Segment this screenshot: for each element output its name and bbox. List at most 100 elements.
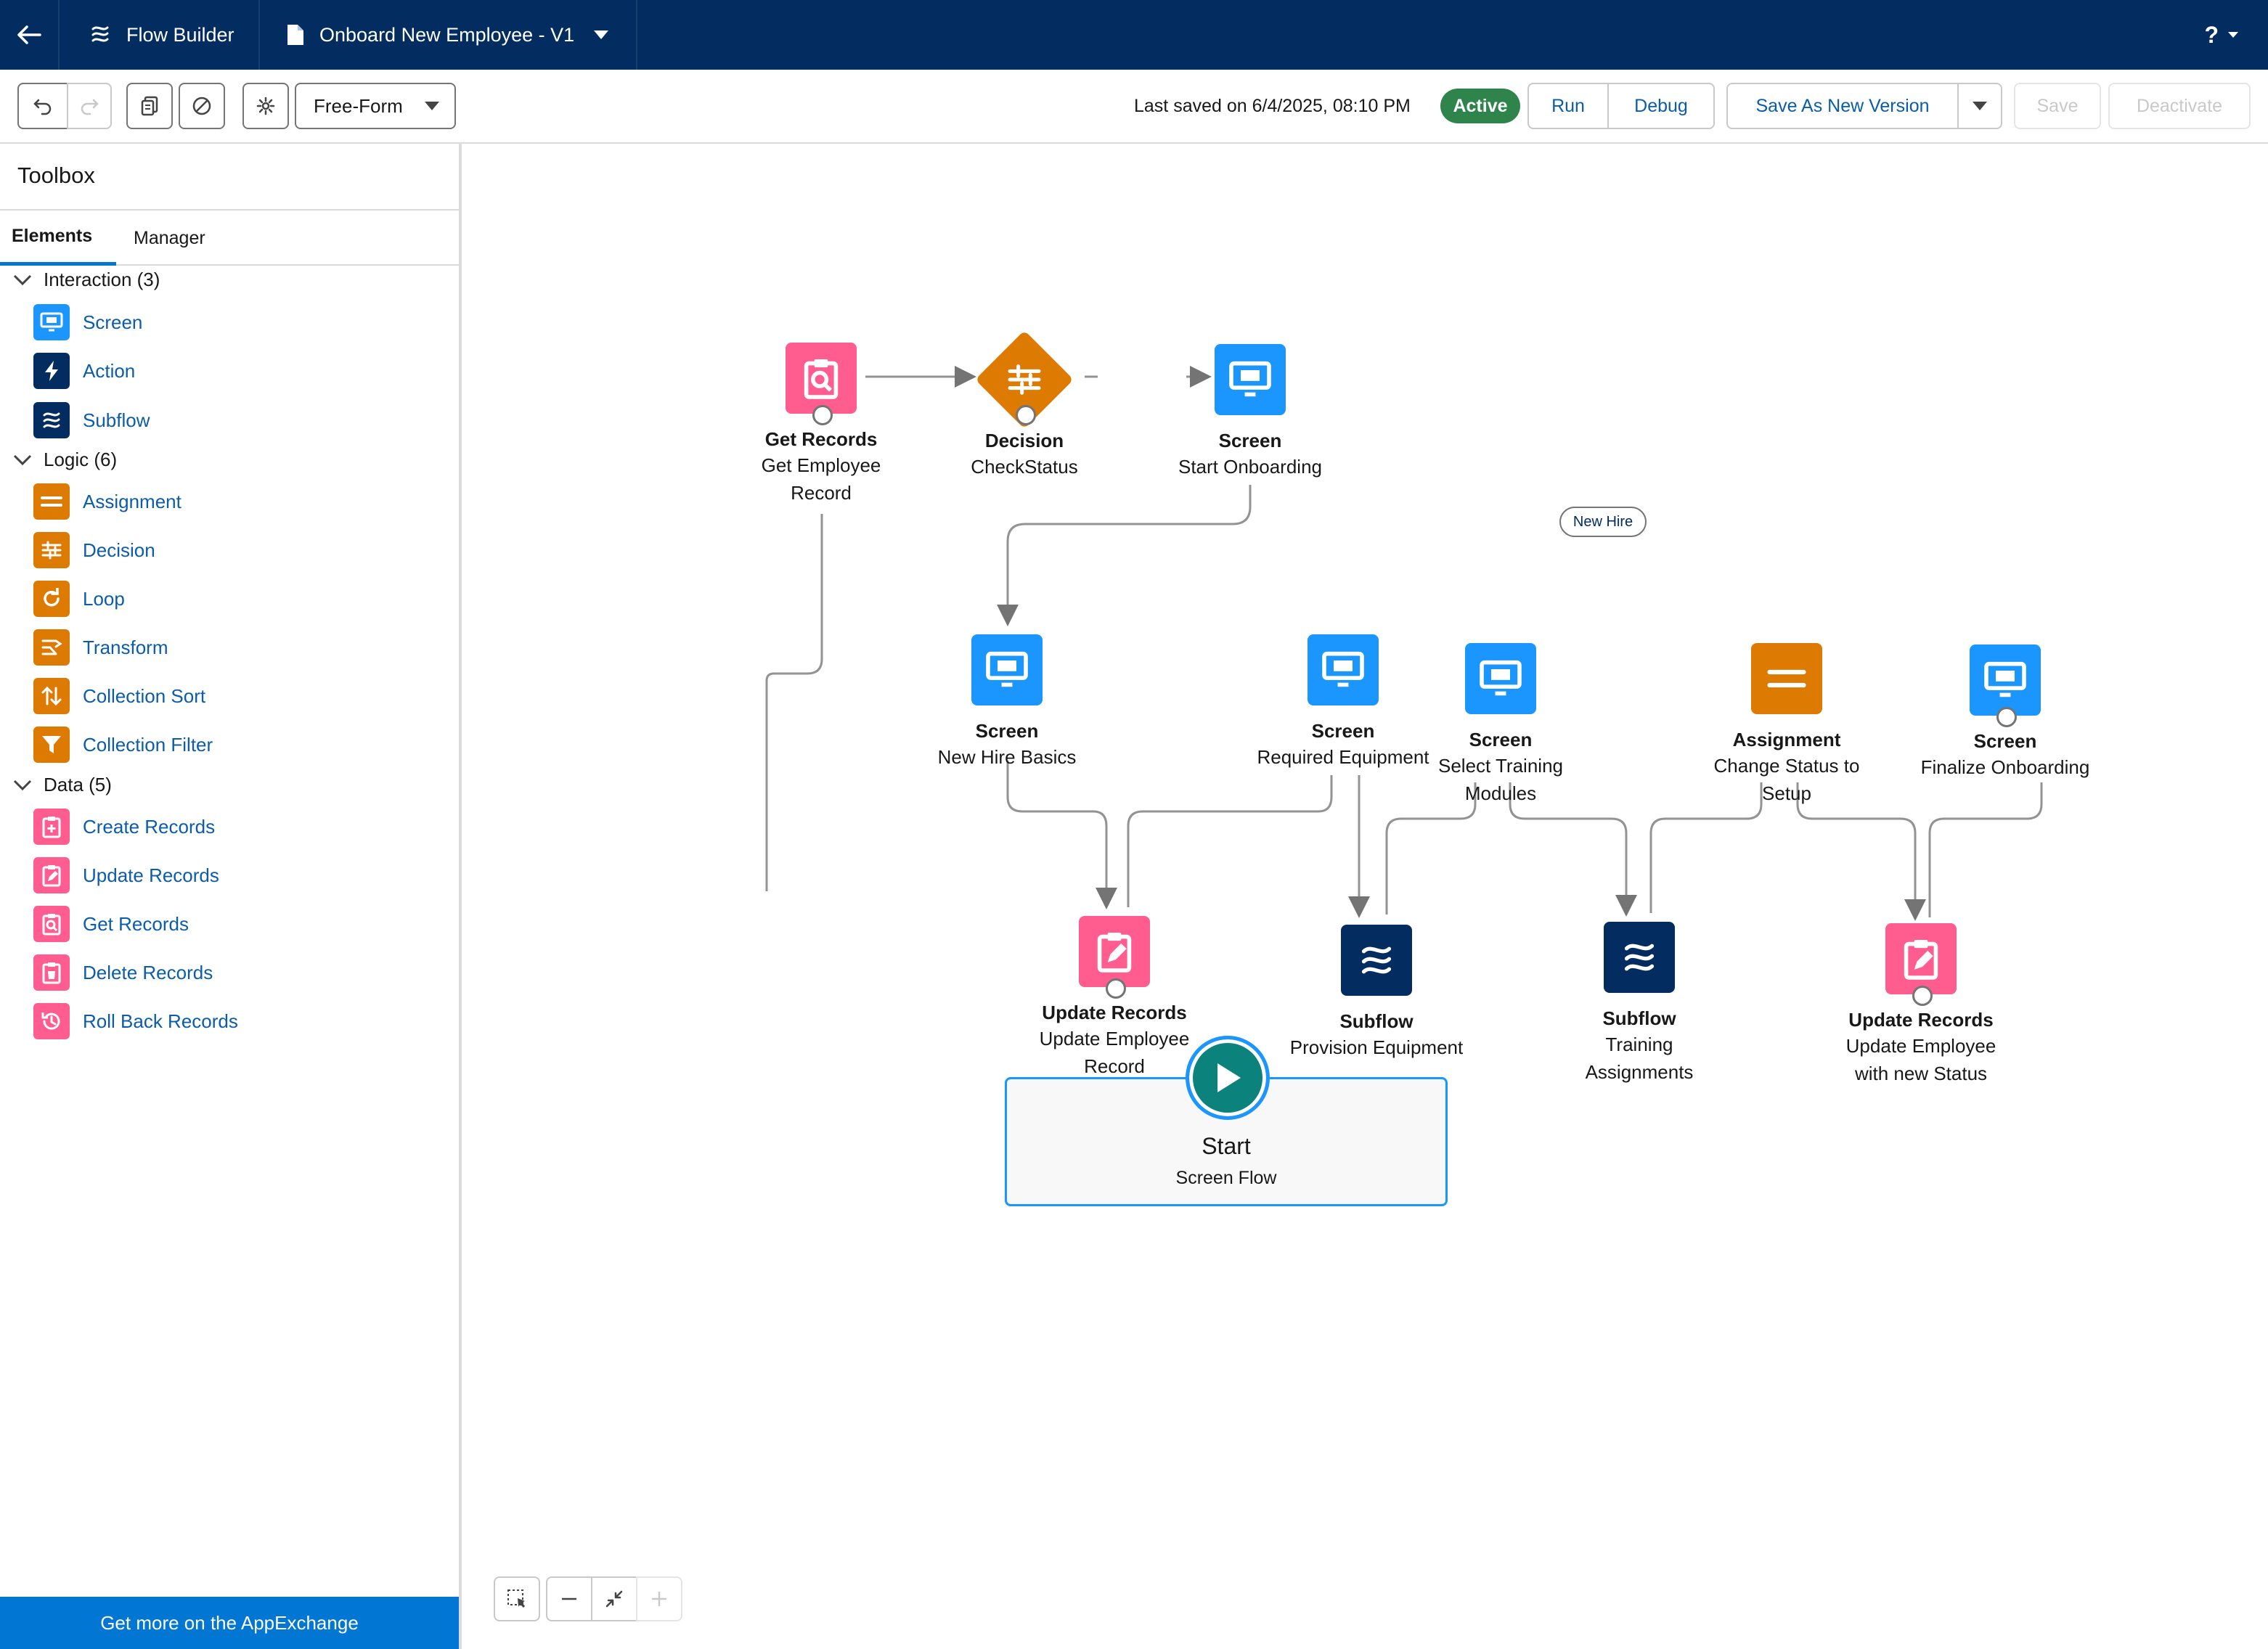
node-update-employee-status[interactable]: Update Records Update Employee with new … <box>1812 923 2030 1087</box>
group-label: Data (5) <box>44 774 112 795</box>
element-label: Action <box>83 359 136 382</box>
node-label: Select Training Modules <box>1438 755 1563 804</box>
chevron-down-icon <box>13 454 32 466</box>
undo-button[interactable] <box>17 83 68 129</box>
node-connector-handle[interactable] <box>812 405 833 425</box>
node-connector-handle[interactable] <box>1996 707 2017 727</box>
connector-basics-update <box>1006 761 1117 909</box>
node-type: Screen <box>1469 729 1533 750</box>
node-update-employee-record[interactable]: Update Records Update Employee Record <box>1005 916 1223 1080</box>
node-subflow-training-assignments[interactable]: Subflow Training Assignments <box>1530 922 1748 1086</box>
contract-icon <box>605 1590 623 1608</box>
screen-icon <box>1215 344 1286 415</box>
flow-name-menu[interactable]: Onboard New Employee - V1 <box>260 0 637 70</box>
node-decision[interactable]: Decision CheckStatus <box>915 330 1133 480</box>
node-screen-finalize-onboarding[interactable]: Screen Finalize Onboarding <box>1896 645 2114 781</box>
screen-icon <box>971 634 1043 705</box>
element-delete-records[interactable]: Delete Records <box>33 954 213 991</box>
check-errors-button[interactable] <box>179 83 225 129</box>
decision-icon <box>33 532 70 568</box>
group-logic[interactable]: Logic (6) <box>13 449 117 471</box>
element-subflow[interactable]: Subflow <box>33 402 150 438</box>
node-connector-handle[interactable] <box>1016 405 1036 425</box>
record-lookup-icon <box>786 343 857 425</box>
run-button[interactable]: Run <box>1527 83 1609 129</box>
node-label: Change Status to Setup <box>1713 755 1860 804</box>
flow-icon <box>1604 922 1675 993</box>
element-collection-sort[interactable]: Collection Sort <box>33 678 205 714</box>
node-get-records[interactable]: Get Records Get Employee Record <box>712 343 930 507</box>
zoom-out-button[interactable] <box>546 1576 592 1621</box>
start-node[interactable]: Start Screen Flow <box>1005 1036 1448 1206</box>
debug-button[interactable]: Debug <box>1607 83 1715 129</box>
redo-icon <box>81 99 99 115</box>
app-name: Flow Builder <box>126 23 234 46</box>
element-screen[interactable]: Screen <box>33 304 142 340</box>
flow-name: Onboard New Employee - V1 <box>319 23 575 46</box>
element-create-records[interactable]: Create Records <box>33 809 215 845</box>
group-interaction[interactable]: Interaction (3) <box>13 269 160 291</box>
element-decision[interactable]: Decision <box>33 532 155 568</box>
node-connector-handle[interactable] <box>1106 978 1126 999</box>
node-assignment[interactable]: Assignment Change Status to Setup <box>1678 643 1896 807</box>
fit-view-button[interactable] <box>591 1576 637 1621</box>
element-collection-filter[interactable]: Collection Filter <box>33 727 213 763</box>
appexchange-link[interactable]: Get more on the AppExchange <box>0 1597 459 1649</box>
ban-icon <box>192 97 211 115</box>
element-label: Collection Filter <box>83 733 213 756</box>
redo-button[interactable] <box>67 83 112 129</box>
connector-label-new-hire[interactable]: New Hire <box>1559 507 1647 537</box>
toolbox-panel: Toolbox Elements Manager Interaction (3)… <box>0 144 462 1649</box>
chevron-down-icon <box>2227 31 2239 38</box>
element-label: Loop <box>83 587 125 610</box>
element-get-records[interactable]: Get Records <box>33 906 189 942</box>
element-loop[interactable]: Loop <box>33 581 125 617</box>
flow-canvas[interactable]: New Hire Get Records Get Employee Record… <box>462 144 2268 1649</box>
group-data[interactable]: Data (5) <box>13 774 112 796</box>
back-button[interactable] <box>0 0 58 70</box>
help-menu[interactable]: ? <box>2204 0 2239 70</box>
status-badge: Active <box>1440 89 1520 123</box>
save-as-new-version-button[interactable]: Save As New Version <box>1726 83 1959 129</box>
record-update-icon <box>1079 916 1150 999</box>
element-action[interactable]: Action <box>33 353 135 389</box>
node-screen-start-onboarding[interactable]: Screen Start Onboarding <box>1141 344 1359 480</box>
deactivate-button[interactable]: Deactivate <box>2108 83 2251 129</box>
element-label: Update Records <box>83 864 219 886</box>
node-type: Get Records <box>764 428 878 450</box>
screen-icon <box>33 304 70 340</box>
tab-elements[interactable]: Elements <box>0 210 116 266</box>
node-type: Decision <box>984 430 1064 451</box>
element-update-records[interactable]: Update Records <box>33 857 219 893</box>
node-screen-new-hire-basics[interactable]: Screen New Hire Basics <box>898 634 1116 771</box>
node-type: Subflow <box>1339 1010 1414 1032</box>
screen-icon <box>1465 643 1536 714</box>
copy-icon <box>141 96 158 116</box>
select-elements-button[interactable] <box>494 1576 540 1621</box>
lightning-icon <box>33 353 70 389</box>
flow-icon <box>89 23 112 46</box>
save-options-menu[interactable] <box>1957 83 2002 129</box>
gear-icon <box>256 97 275 115</box>
node-type: Screen <box>1218 430 1282 451</box>
node-connector-handle[interactable] <box>1912 986 1933 1006</box>
select-icon <box>507 1589 525 1608</box>
element-roll-back-records[interactable]: Roll Back Records <box>33 1003 238 1039</box>
connector-update-equipment <box>1127 775 1333 907</box>
screen-icon <box>1308 634 1379 705</box>
node-subflow-provision-equipment[interactable]: Subflow Provision Equipment <box>1268 925 1485 1061</box>
flow-builder-app[interactable]: Flow Builder <box>58 0 260 70</box>
element-assignment[interactable]: Assignment <box>33 483 181 520</box>
element-transform[interactable]: Transform <box>33 629 168 666</box>
tab-manager[interactable]: Manager <box>134 210 205 266</box>
settings-button[interactable] <box>242 83 289 129</box>
save-button[interactable]: Save <box>2014 83 2101 129</box>
zoom-in-button[interactable] <box>636 1576 682 1621</box>
node-screen-select-training[interactable]: Screen Select Training Modules <box>1392 643 1610 807</box>
element-label: Screen <box>83 311 143 333</box>
copy-button[interactable] <box>126 83 173 129</box>
record-update-icon <box>33 857 70 893</box>
layout-select[interactable]: Free-Form <box>295 83 456 129</box>
play-icon <box>1186 1036 1270 1120</box>
node-label: Provision Equipment <box>1289 1036 1464 1058</box>
